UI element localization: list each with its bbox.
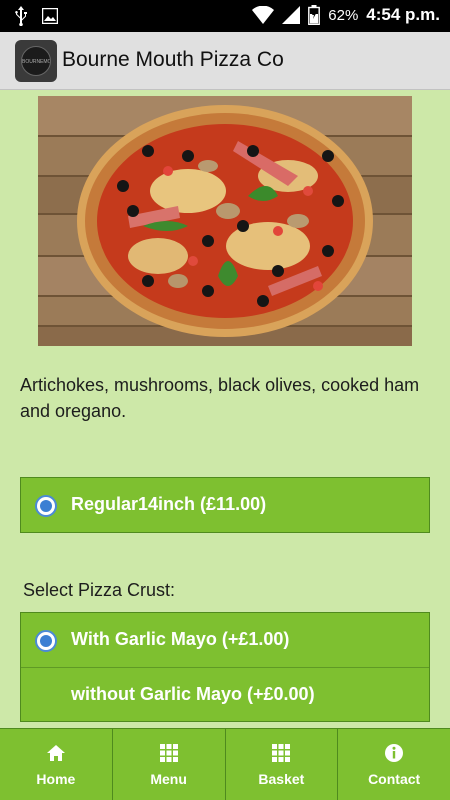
radio-button-selected[interactable]	[35, 495, 57, 517]
usb-icon	[15, 6, 27, 26]
status-bar: 62% 4:54 p.m.	[0, 0, 450, 32]
size-option-label: Regular14inch (£11.00)	[71, 494, 267, 514]
nav-home-label: Home	[36, 770, 76, 787]
app-title: Bourne Mouth Pizza Co	[62, 48, 284, 71]
nav-home[interactable]: Home	[0, 729, 113, 800]
nav-menu[interactable]: Menu	[113, 729, 226, 800]
home-icon	[46, 744, 65, 761]
info-icon	[385, 743, 404, 762]
crust-section-label: Select Pizza Crust:	[23, 580, 176, 600]
app-logo[interactable]: BOURNEMOUTH PIZZA CO	[15, 40, 57, 82]
app-bar: BOURNEMOUTH PIZZA CO Bourne Mouth Pizza …	[0, 32, 450, 90]
bottom-nav: Home Menu Basket Contact	[0, 728, 450, 800]
size-options: Regular14inch (£11.00)	[20, 477, 430, 533]
crust-option-without-garlic-mayo[interactable]: without Garlic Mayo (+£0.00)	[21, 667, 429, 721]
grid-icon	[159, 743, 178, 762]
nav-contact-label: Contact	[368, 770, 421, 787]
battery-percent: 62%	[328, 6, 359, 24]
signal-icon	[282, 6, 301, 24]
crust-option-label: With Garlic Mayo (+£1.00)	[71, 629, 290, 649]
nav-basket-label: Basket	[258, 770, 305, 787]
size-option-regular[interactable]: Regular14inch (£11.00)	[21, 478, 429, 532]
radio-button-selected[interactable]	[35, 630, 57, 652]
grid-icon	[272, 743, 291, 762]
product-description: Artichokes, mushrooms, black olives, coo…	[20, 375, 420, 421]
pizza-photo	[38, 96, 412, 346]
battery-icon	[308, 5, 321, 25]
image-icon	[42, 8, 58, 24]
wifi-icon	[252, 6, 275, 24]
crust-option-label: without Garlic Mayo (+£0.00)	[71, 684, 315, 704]
nav-basket[interactable]: Basket	[226, 729, 339, 800]
nav-contact[interactable]: Contact	[338, 729, 450, 800]
app-logo-text: BOURNEMOUTH PIZZA CO	[21, 46, 51, 76]
nav-menu-label: Menu	[150, 770, 187, 787]
crust-options: With Garlic Mayo (+£1.00) without Garlic…	[20, 612, 430, 722]
clock: 4:54 p.m.	[366, 5, 440, 24]
crust-option-with-garlic-mayo[interactable]: With Garlic Mayo (+£1.00)	[21, 613, 429, 667]
